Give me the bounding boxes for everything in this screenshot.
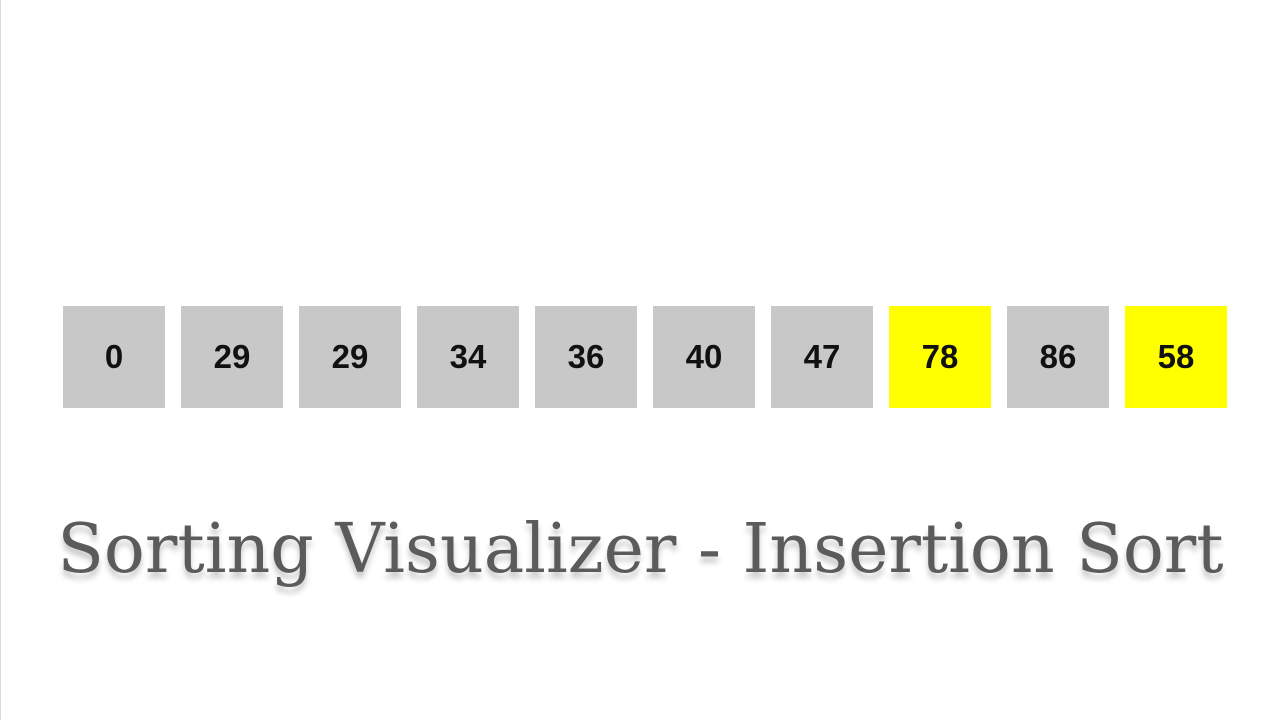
visualizer-page: 0 29 29 34 36 40 47 78 86 58 Sorting Vis… — [0, 0, 1280, 720]
array-row: 0 29 29 34 36 40 47 78 86 58 — [63, 306, 1227, 408]
array-cell-highlighted: 58 — [1125, 306, 1227, 408]
array-cell: 29 — [181, 306, 283, 408]
array-cell: 47 — [771, 306, 873, 408]
page-title: Sorting Visualizer - Insertion Sort — [57, 510, 1224, 589]
array-cell: 34 — [417, 306, 519, 408]
array-cell: 29 — [299, 306, 401, 408]
array-cell: 0 — [63, 306, 165, 408]
array-cell-highlighted: 78 — [889, 306, 991, 408]
array-cell: 36 — [535, 306, 637, 408]
array-cell: 86 — [1007, 306, 1109, 408]
array-cell: 40 — [653, 306, 755, 408]
